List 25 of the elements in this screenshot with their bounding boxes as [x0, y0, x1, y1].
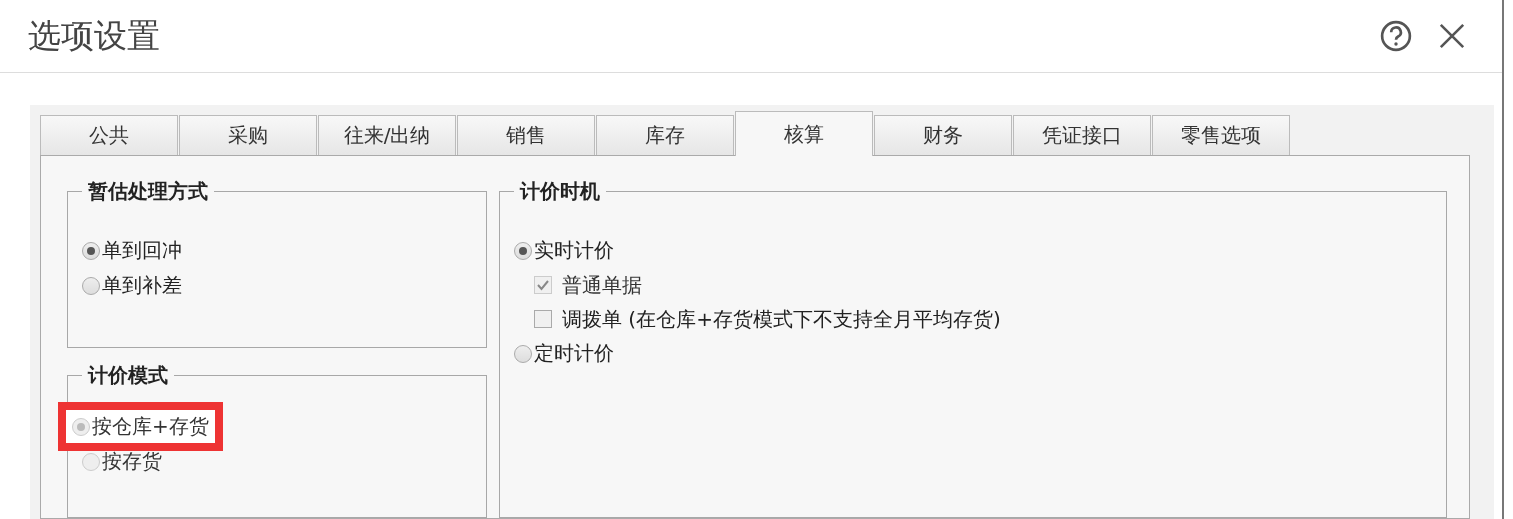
checkbox-label[interactable]: 调拨单 (在仓库+存货模式下不支持全月平均存货) [562, 305, 1001, 333]
radio-label[interactable]: 实时计价 [534, 237, 614, 264]
tab[interactable]: 采购 [179, 115, 317, 155]
radio-button[interactable] [82, 241, 100, 260]
radio-button[interactable] [514, 344, 532, 363]
help-icon[interactable] [1380, 20, 1412, 52]
group-title: 计价时机 [518, 178, 601, 205]
group-title: 计价模式 [86, 362, 169, 389]
tab[interactable]: 核算 [735, 111, 873, 156]
tab[interactable]: 财务 [874, 115, 1012, 155]
radio-button[interactable] [82, 276, 100, 295]
group-title: 暂估处理方式 [87, 178, 209, 205]
tab[interactable]: 零售选项 [1152, 115, 1290, 155]
dialog-title: 选项设置 [28, 14, 161, 57]
close-icon[interactable] [1438, 22, 1466, 50]
tab[interactable]: 公共 [40, 115, 178, 155]
radio-button[interactable] [514, 241, 532, 260]
checkbox[interactable] [534, 310, 552, 328]
radio-label[interactable]: 定时计价 [534, 340, 614, 367]
radio-label[interactable]: 单到回冲 [102, 237, 182, 264]
tab[interactable]: 往来/出纳 [318, 115, 456, 155]
tab[interactable]: 库存 [596, 115, 734, 155]
radio-label[interactable]: 单到补差 [102, 272, 182, 299]
tab[interactable]: 销售 [457, 115, 595, 155]
tab[interactable]: 凭证接口 [1013, 115, 1151, 155]
